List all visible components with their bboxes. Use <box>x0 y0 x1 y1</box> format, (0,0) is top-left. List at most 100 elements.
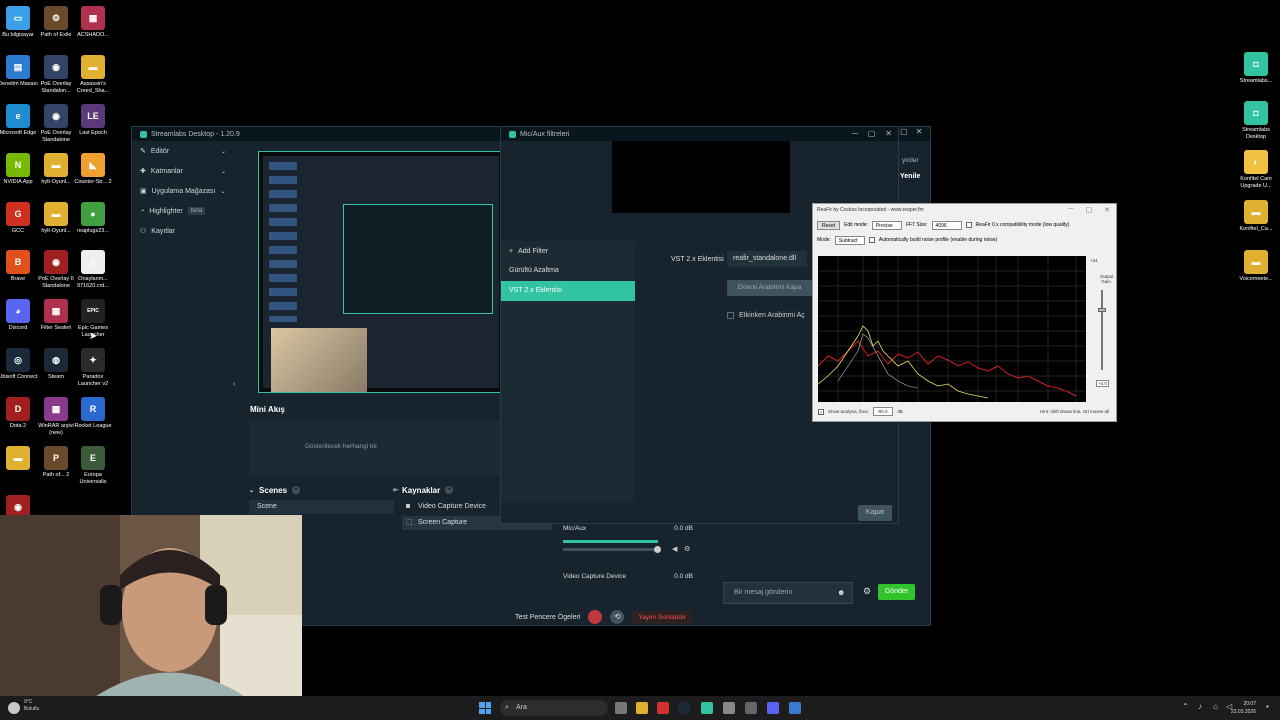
close-icon[interactable]: ✕ <box>885 129 892 138</box>
reafir-window[interactable]: ReaFir by Cockos Incorporated - www.reap… <box>812 203 1117 422</box>
reafir-taskbar-icon[interactable] <box>789 702 801 714</box>
desktop-icon[interactable]: ▬ <box>0 446 38 472</box>
network-icon[interactable]: ⌂ <box>1213 702 1218 711</box>
mic-volume-slider[interactable] <box>563 548 659 551</box>
edge-icon[interactable] <box>657 702 669 714</box>
desktop-icon[interactable]: ▬ Konfitel_Ca... <box>1236 200 1276 233</box>
nav-app-store[interactable]: ▣ Uygulama Mağazası ⌄ <box>132 181 232 201</box>
tray-chevron-icon[interactable]: ⌃ <box>1182 702 1189 711</box>
desktop-icon[interactable]: N NVIDIA App <box>0 153 38 186</box>
maximize-icon[interactable]: ▢ <box>1086 206 1093 214</box>
mode-select[interactable]: Subtract <box>834 235 865 245</box>
desktop-icon[interactable]: ▬ Assassin's Creed_Sha... <box>73 55 113 94</box>
notification-icon[interactable]: ▪ <box>1266 702 1269 711</box>
gain-slider[interactable] <box>1101 290 1103 370</box>
desktop-icon[interactable]: ▭ Bu bilgisayar <box>0 6 38 39</box>
chat-refresh-button[interactable]: Yenile <box>900 173 920 180</box>
desktop-icon[interactable]: ▬ hylt-Oyunl... <box>36 202 76 235</box>
desktop-icon[interactable]: ▤ Denetim Masası <box>0 55 38 88</box>
desktop-icon[interactable]: ▦ ACSHADO... <box>73 6 113 39</box>
desktop-icon[interactable]: D Dota 2 <box>0 397 38 430</box>
close-icon[interactable]: ✕ <box>916 127 923 136</box>
task-view-icon[interactable] <box>615 702 627 714</box>
desktop-icon[interactable]: G GCC <box>0 202 38 235</box>
desktop-icon[interactable]: P Path of... 2 <box>36 446 76 479</box>
mic-tray-icon[interactable]: ♪ <box>1198 702 1202 711</box>
gear-icon[interactable]: ⚙ <box>684 545 690 553</box>
start-button-icon[interactable] <box>479 702 491 714</box>
end-stream-button[interactable]: Yayını Sonlandır <box>632 610 692 624</box>
app-icon[interactable] <box>745 702 757 714</box>
steam-icon[interactable] <box>678 702 690 714</box>
file-explorer-icon[interactable] <box>636 702 648 714</box>
mic-volume-knob[interactable] <box>654 546 661 553</box>
filters-titlebar[interactable]: Mic/Aux filtreleri <box>501 127 898 141</box>
desktop-icon[interactable]: ▦ WinRAR arşivi (new) <box>36 397 76 436</box>
checkbox[interactable] <box>727 312 734 319</box>
send-button[interactable]: Gönder <box>878 584 915 600</box>
add-source-icon[interactable]: + <box>445 486 454 494</box>
replay-button[interactable]: ⟲ <box>610 610 625 624</box>
desktop-icon[interactable]: ◘ Streamlabs Desktop <box>1236 101 1276 140</box>
desktop-icon[interactable]: ▬ hylt-Oyunl... <box>36 153 76 186</box>
floor-input[interactable]: -90.0 <box>873 407 894 416</box>
desktop-icon[interactable]: ◣ Counter-Str... 2 <box>73 153 113 186</box>
maximize-icon[interactable]: ▢ <box>868 129 876 138</box>
emoji-icon[interactable]: ☻ <box>837 588 845 597</box>
desktop-icon[interactable]: B Brave <box>0 250 38 283</box>
desktop-icon[interactable]: ◍ Steam <box>36 348 76 381</box>
vst-plugin-select[interactable]: reafir_standalone.dll <box>727 251 807 267</box>
edit-mode-select[interactable]: Precise <box>871 220 902 230</box>
collapse-icon[interactable]: ⌄ <box>249 487 254 494</box>
chat-settings-icon[interactable]: ⚙ <box>863 586 871 597</box>
auto-build-checkbox[interactable] <box>868 237 875 243</box>
collapse-arrow-icon[interactable]: ‹ <box>233 379 236 388</box>
close-button[interactable]: Kapat <box>858 505 892 521</box>
taskbar-search[interactable]: ⌕ Ara <box>500 700 608 716</box>
desktop-icon[interactable]: ◎ Ubisoft Connect <box>0 348 38 381</box>
minimize-icon[interactable]: ─ <box>1069 206 1074 214</box>
nav-highlighter[interactable]: ◔ Highlighter beta <box>132 201 232 221</box>
fft-size-select[interactable]: 4096 <box>931 220 962 230</box>
compat-checkbox[interactable] <box>965 222 972 228</box>
desktop-icon[interactable]: E Europa Universalis <box>73 446 113 485</box>
close-interface-button[interactable]: Eklenti Arabirimi Kapa <box>727 280 812 296</box>
desktop-icon[interactable]: LE Last Epoch <box>73 104 113 137</box>
nav-layers[interactable]: ✚ Katmanlar ⌄ <box>132 161 232 181</box>
test-widgets-label[interactable]: Test Pencere Ögeleri <box>515 614 580 621</box>
nav-recordings[interactable]: ⚇ Kayıtlar <box>132 221 232 241</box>
show-analysis-checkbox[interactable]: ✓ <box>818 408 824 415</box>
desktop-icon[interactable]: ◐ Konfitel Cam Upgrade U... <box>1236 150 1276 189</box>
desktop-icon[interactable]: ⚙ Path of Exile <box>36 6 76 39</box>
add-scene-icon[interactable]: + <box>292 486 301 494</box>
scene-item[interactable]: Scene <box>249 500 394 514</box>
discord-icon[interactable] <box>767 702 779 714</box>
nav-editor[interactable]: ✎ Editör ⌄ <box>132 141 232 161</box>
weather-widget[interactable]: 9°C Bulutlu <box>24 699 39 713</box>
desktop-icon[interactable]: ▯ Onaylanm... 971620.crd... <box>73 250 113 289</box>
filter-item-selected[interactable]: VST 2.x Eklentisi <box>501 281 635 301</box>
streamlabs-icon[interactable] <box>701 702 713 714</box>
desktop-icon[interactable]: ● reaplugs23... <box>73 202 113 235</box>
desktop-icon[interactable]: ▦ Filter Sesleri <box>36 299 76 332</box>
desktop-icon[interactable]: ◉ PoE Overlay II Standalone <box>36 250 76 289</box>
close-icon[interactable]: ✕ <box>1104 206 1110 214</box>
chat-input[interactable]: Bir mesaj gönderin <box>723 582 853 604</box>
reafir-spectrum-graph[interactable] <box>818 256 1086 402</box>
maximize-icon[interactable]: ▢ <box>900 127 908 136</box>
taskbar-clock[interactable]: 20:07 23.03.2026 <box>1231 700 1256 716</box>
desktop-icon[interactable]: ✦ Paradox Launcher v2 <box>73 348 113 387</box>
desktop-icon[interactable]: ◉ PoE Overlay Standalone <box>36 104 76 143</box>
desktop-icon[interactable]: ▬ Voicemeete... <box>1236 250 1276 283</box>
desktop-icon[interactable]: e Microsoft Edge <box>0 104 38 137</box>
open-interface-checkbox[interactable]: Etkinken Arabirimi Aç <box>727 312 805 319</box>
speaker-icon[interactable]: ◀ <box>672 545 677 553</box>
desktop-icon[interactable]: R Rocket League <box>73 397 113 430</box>
desktop-icon[interactable]: ◘ Streamlabs... <box>1236 52 1276 85</box>
settings-icon[interactable] <box>723 702 735 714</box>
gain-slider-knob[interactable] <box>1098 308 1106 312</box>
minimize-icon[interactable]: ─ <box>852 129 858 138</box>
desktop-icon[interactable]: ◉ PoE Overlay Standalon... <box>36 55 76 94</box>
add-filter-button[interactable]: + Add Filter <box>501 241 635 261</box>
record-button[interactable] <box>588 610 603 624</box>
